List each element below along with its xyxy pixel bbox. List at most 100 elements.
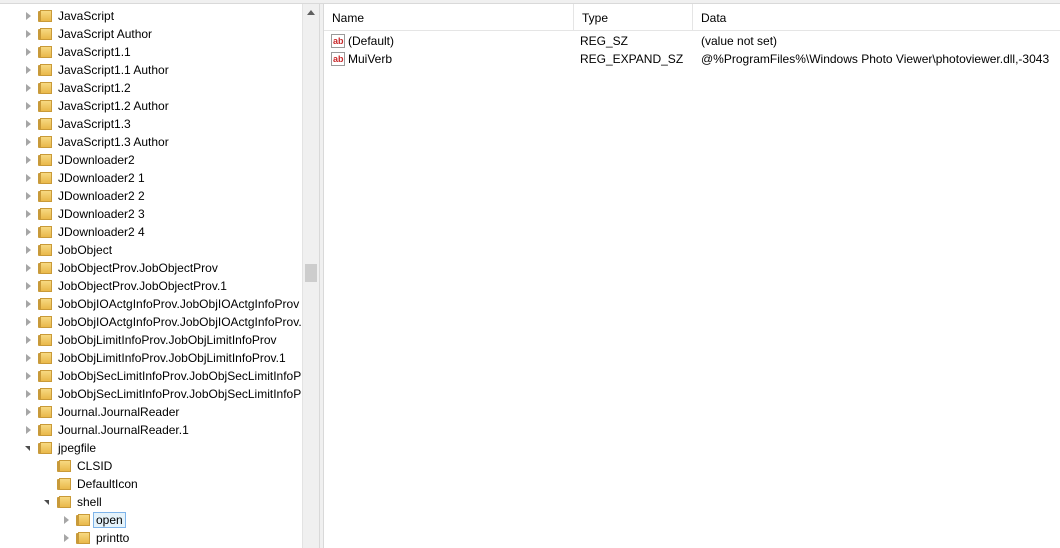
folder-icon (37, 333, 53, 347)
tree-item-label: JavaScript (58, 9, 115, 23)
tree-item[interactable]: JavaScript1.3 Author (0, 133, 302, 151)
collapsed-arrow-icon[interactable] (24, 205, 34, 223)
tree-item-label: CLSID (77, 459, 113, 473)
tree-item[interactable]: open (0, 511, 302, 529)
folder-icon (56, 477, 72, 491)
folder-icon (56, 495, 72, 509)
tree-item[interactable]: JavaScript1.1 Author (0, 61, 302, 79)
value-row[interactable]: ab (Default) REG_SZ (value not set) (324, 32, 1060, 50)
folder-icon (37, 9, 53, 23)
tree-item-label: JobObjLimitInfoProv.JobObjLimitInfoProv (58, 333, 277, 347)
tree-item[interactable]: Journal.JournalReader.1 (0, 421, 302, 439)
string-value-icon: ab (331, 34, 345, 48)
tree-item[interactable]: JDownloader2 2 (0, 187, 302, 205)
column-header-type[interactable]: Type (574, 4, 693, 30)
column-header-data[interactable]: Data (693, 4, 1060, 30)
tree-item-label: JDownloader2 4 (58, 225, 145, 239)
tree-item-label: JavaScript1.1 (58, 45, 131, 59)
tree-item-label: JavaScript1.2 Author (58, 99, 169, 113)
collapsed-arrow-icon[interactable] (24, 79, 34, 97)
tree-item[interactable]: CLSID (0, 457, 302, 475)
collapsed-arrow-icon[interactable] (24, 277, 34, 295)
collapsed-arrow-icon[interactable] (24, 367, 34, 385)
tree-item[interactable]: JDownloader2 1 (0, 169, 302, 187)
tree-item[interactable]: JobObjLimitInfoProv.JobObjLimitInfoProv (0, 331, 302, 349)
tree-item[interactable]: JDownloader2 (0, 151, 302, 169)
tree-item[interactable]: JavaScript (0, 7, 302, 25)
tree-item-label: JDownloader2 2 (58, 189, 145, 203)
tree-item[interactable]: JobObjIOActgInfoProv.JobObjIOActgInfoPro… (0, 313, 302, 331)
folder-icon (37, 153, 53, 167)
tree-item[interactable]: JobObject (0, 241, 302, 259)
folder-icon (37, 351, 53, 365)
tree-item-label: JavaScript1.3 (58, 117, 131, 131)
tree-item[interactable]: jpegfile (0, 439, 302, 457)
tree-item-label: JDownloader2 1 (58, 171, 145, 185)
collapsed-arrow-icon[interactable] (24, 169, 34, 187)
column-header-name[interactable]: Name (324, 4, 574, 30)
folder-icon (37, 279, 53, 293)
folder-icon (37, 135, 53, 149)
folder-icon (75, 531, 91, 545)
tree-item[interactable]: DefaultIcon (0, 475, 302, 493)
tree-item[interactable]: shell (0, 493, 302, 511)
collapsed-arrow-icon[interactable] (24, 259, 34, 277)
folder-icon (37, 243, 53, 257)
collapsed-arrow-icon[interactable] (62, 511, 72, 529)
tree-item[interactable]: Journal.JournalReader (0, 403, 302, 421)
tree-item[interactable]: JDownloader2 3 (0, 205, 302, 223)
folder-icon (37, 369, 53, 383)
collapsed-arrow-icon[interactable] (24, 43, 34, 61)
collapsed-arrow-icon[interactable] (24, 133, 34, 151)
collapsed-arrow-icon[interactable] (24, 349, 34, 367)
folder-icon (37, 27, 53, 41)
tree-item[interactable]: JavaScript1.2 (0, 79, 302, 97)
value-row[interactable]: ab MuiVerb REG_EXPAND_SZ @%ProgramFiles%… (324, 50, 1060, 68)
tree-item-label: open (93, 512, 126, 528)
tree-item[interactable]: JobObjSecLimitInfoProv.JobObjSecLimitInf… (0, 385, 302, 403)
collapsed-arrow-icon[interactable] (24, 385, 34, 403)
value-name: (Default) (348, 34, 395, 48)
tree-item[interactable]: JavaScript1.2 Author (0, 97, 302, 115)
tree-item-label: JavaScript1.1 Author (58, 63, 169, 77)
folder-icon (37, 45, 53, 59)
collapsed-arrow-icon[interactable] (24, 25, 34, 43)
collapsed-arrow-icon[interactable] (24, 151, 34, 169)
scroll-thumb[interactable] (305, 264, 317, 282)
value-type: REG_SZ (580, 34, 629, 48)
scroll-up-arrow-icon[interactable] (303, 4, 320, 21)
tree-item[interactable]: JobObjectProv.JobObjectProv.1 (0, 277, 302, 295)
collapsed-arrow-icon[interactable] (24, 97, 34, 115)
collapsed-arrow-icon[interactable] (24, 7, 34, 25)
tree-item[interactable]: JobObjectProv.JobObjectProv (0, 259, 302, 277)
tree-vertical-scrollbar[interactable] (302, 4, 319, 548)
values-list-header: Name Type Data (324, 4, 1060, 31)
collapsed-arrow-icon[interactable] (24, 241, 34, 259)
expanded-arrow-icon[interactable] (43, 493, 53, 511)
registry-values-list[interactable]: Name Type Data ab (Default) REG_SZ (valu… (324, 4, 1060, 548)
tree-item-label: JobObjectProv.JobObjectProv (58, 261, 218, 275)
tree-item[interactable]: JobObjLimitInfoProv.JobObjLimitInfoProv.… (0, 349, 302, 367)
tree-item-label: shell (77, 495, 102, 509)
tree-item[interactable]: JavaScript1.3 (0, 115, 302, 133)
collapsed-arrow-icon[interactable] (24, 61, 34, 79)
collapsed-arrow-icon[interactable] (24, 115, 34, 133)
tree-item[interactable]: printto (0, 529, 302, 547)
tree-item-label: Journal.JournalReader.1 (58, 423, 189, 437)
collapsed-arrow-icon[interactable] (24, 331, 34, 349)
folder-icon (37, 63, 53, 77)
tree-item[interactable]: JDownloader2 4 (0, 223, 302, 241)
collapsed-arrow-icon[interactable] (62, 529, 72, 547)
registry-key-tree[interactable]: JavaScript JavaScript Author JavaScript1.1… (0, 4, 302, 548)
collapsed-arrow-icon[interactable] (24, 421, 34, 439)
tree-item[interactable]: JavaScript Author (0, 25, 302, 43)
tree-item[interactable]: JobObjSecLimitInfoProv.JobObjSecLimitInf… (0, 367, 302, 385)
collapsed-arrow-icon[interactable] (24, 295, 34, 313)
collapsed-arrow-icon[interactable] (24, 313, 34, 331)
collapsed-arrow-icon[interactable] (24, 403, 34, 421)
collapsed-arrow-icon[interactable] (24, 223, 34, 241)
collapsed-arrow-icon[interactable] (24, 187, 34, 205)
expanded-arrow-icon[interactable] (24, 439, 34, 457)
tree-item[interactable]: JobObjIOActgInfoProv.JobObjIOActgInfoPro… (0, 295, 302, 313)
tree-item[interactable]: JavaScript1.1 (0, 43, 302, 61)
